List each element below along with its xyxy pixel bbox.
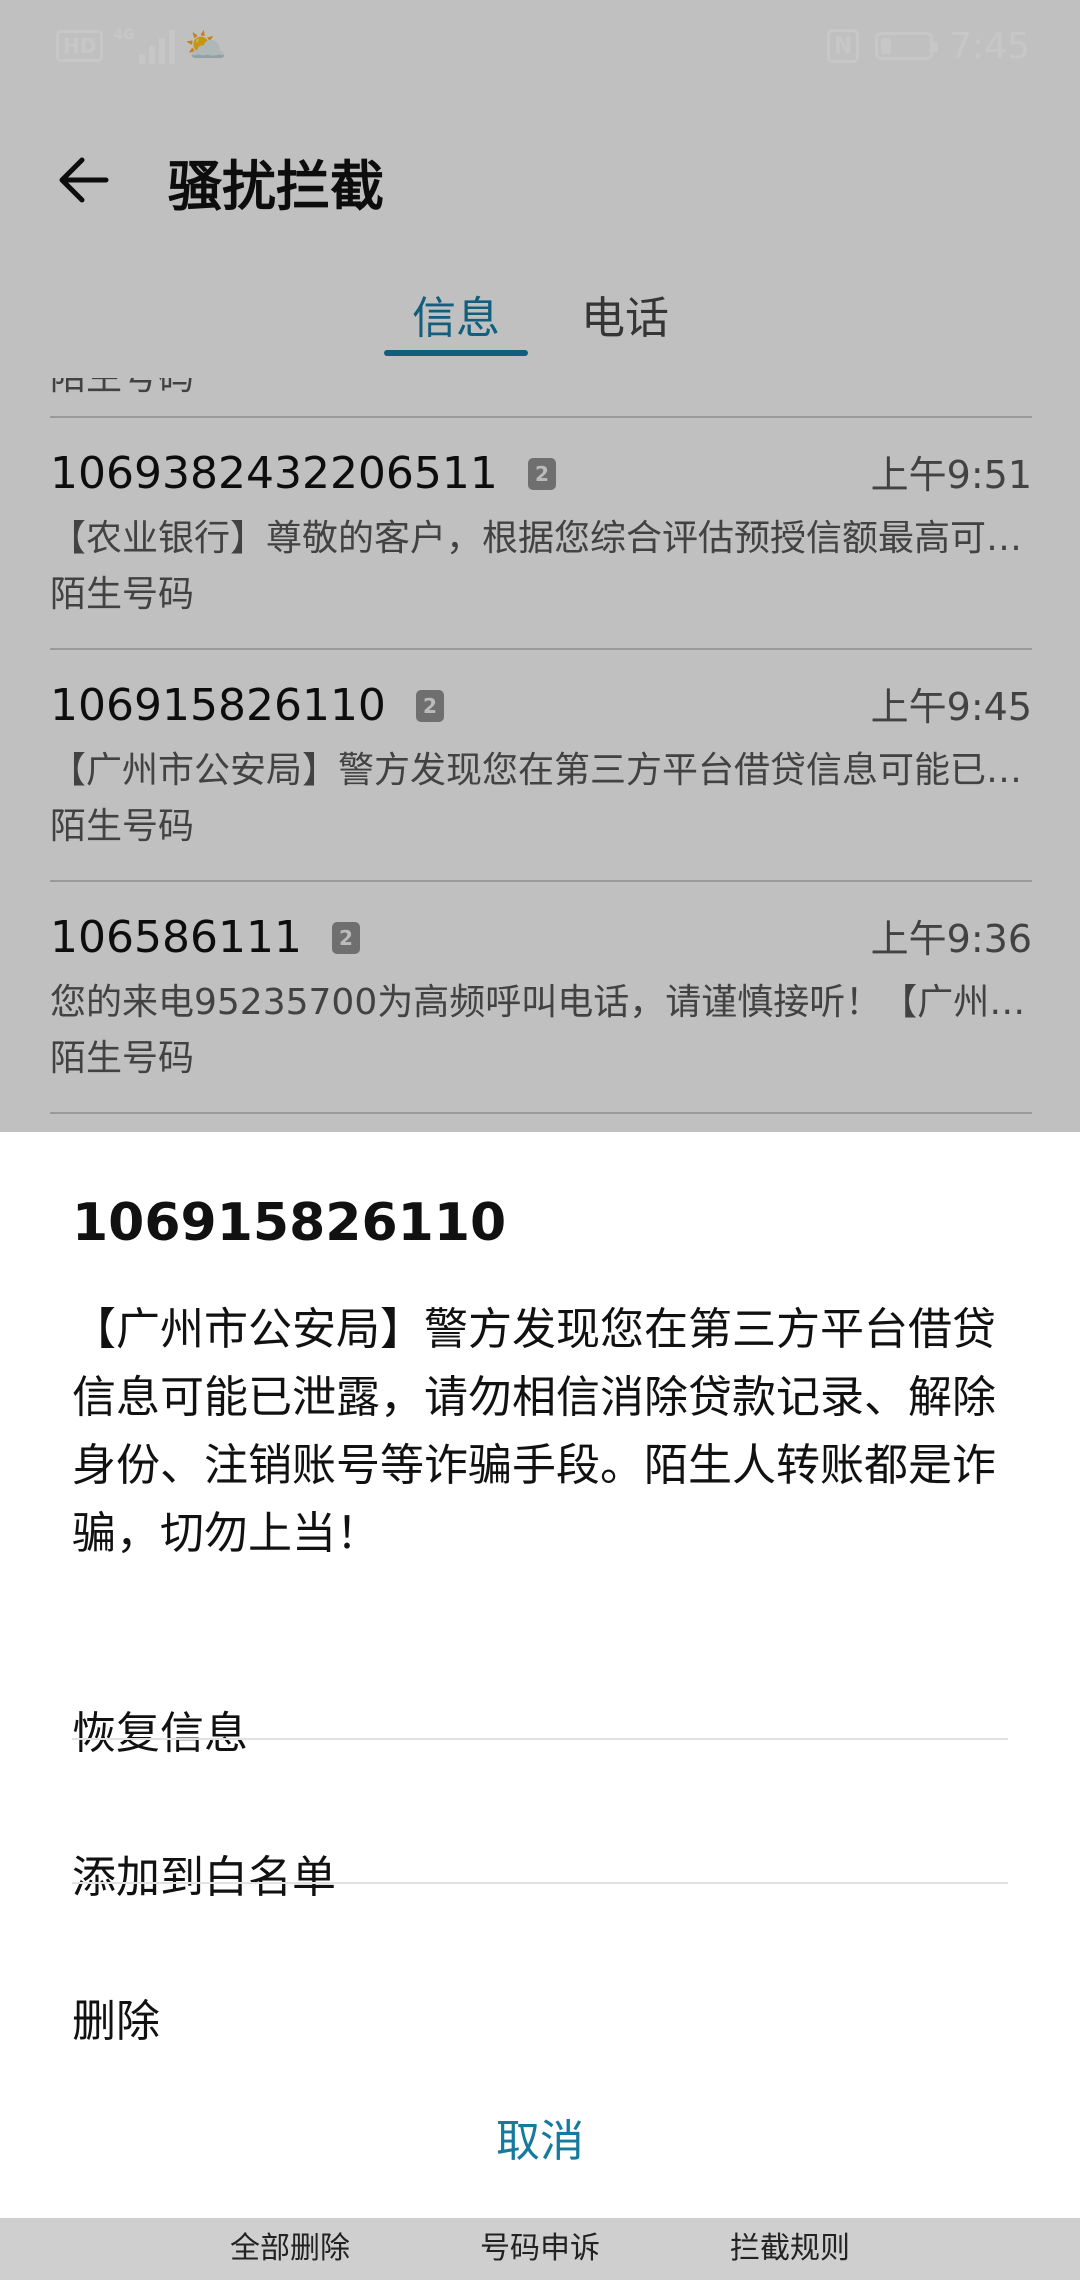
restore-message-option[interactable]: 恢复信息 — [72, 1662, 1008, 1806]
sheet-title: 106915826110 — [72, 1193, 507, 1253]
divider — [72, 1882, 1008, 1884]
message-full-text: 【广州市公安局】警方发现您在第三方平台借贷信息可能已泄露，请勿相信消除贷款记录、… — [72, 1304, 996, 1559]
block-rules-button[interactable]: 拦截规则 — [700, 2218, 880, 2280]
bottom-toolbar: 全部删除 号码申诉 拦截规则 — [0, 2218, 1080, 2280]
action-sheet: 106915826110 【广州市公安局】警方发现您在第三方平台借贷信息可能已泄… — [0, 1132, 1080, 2218]
number-appeal-button[interactable]: 号码申诉 — [450, 2218, 630, 2280]
delete-all-button[interactable]: 全部删除 — [200, 2218, 380, 2280]
cancel-button[interactable]: 取消 — [0, 2092, 1080, 2192]
screen: HD 4G ⛅ N 7:45 骚扰拦截 信息 电话 陌生号码 — [0, 0, 1080, 2280]
dim-overlay[interactable] — [0, 0, 1080, 1132]
delete-option[interactable]: 删除 — [72, 1950, 1008, 2094]
add-to-whitelist-option[interactable]: 添加到白名单 — [72, 1806, 1008, 1950]
divider — [72, 1738, 1008, 1740]
